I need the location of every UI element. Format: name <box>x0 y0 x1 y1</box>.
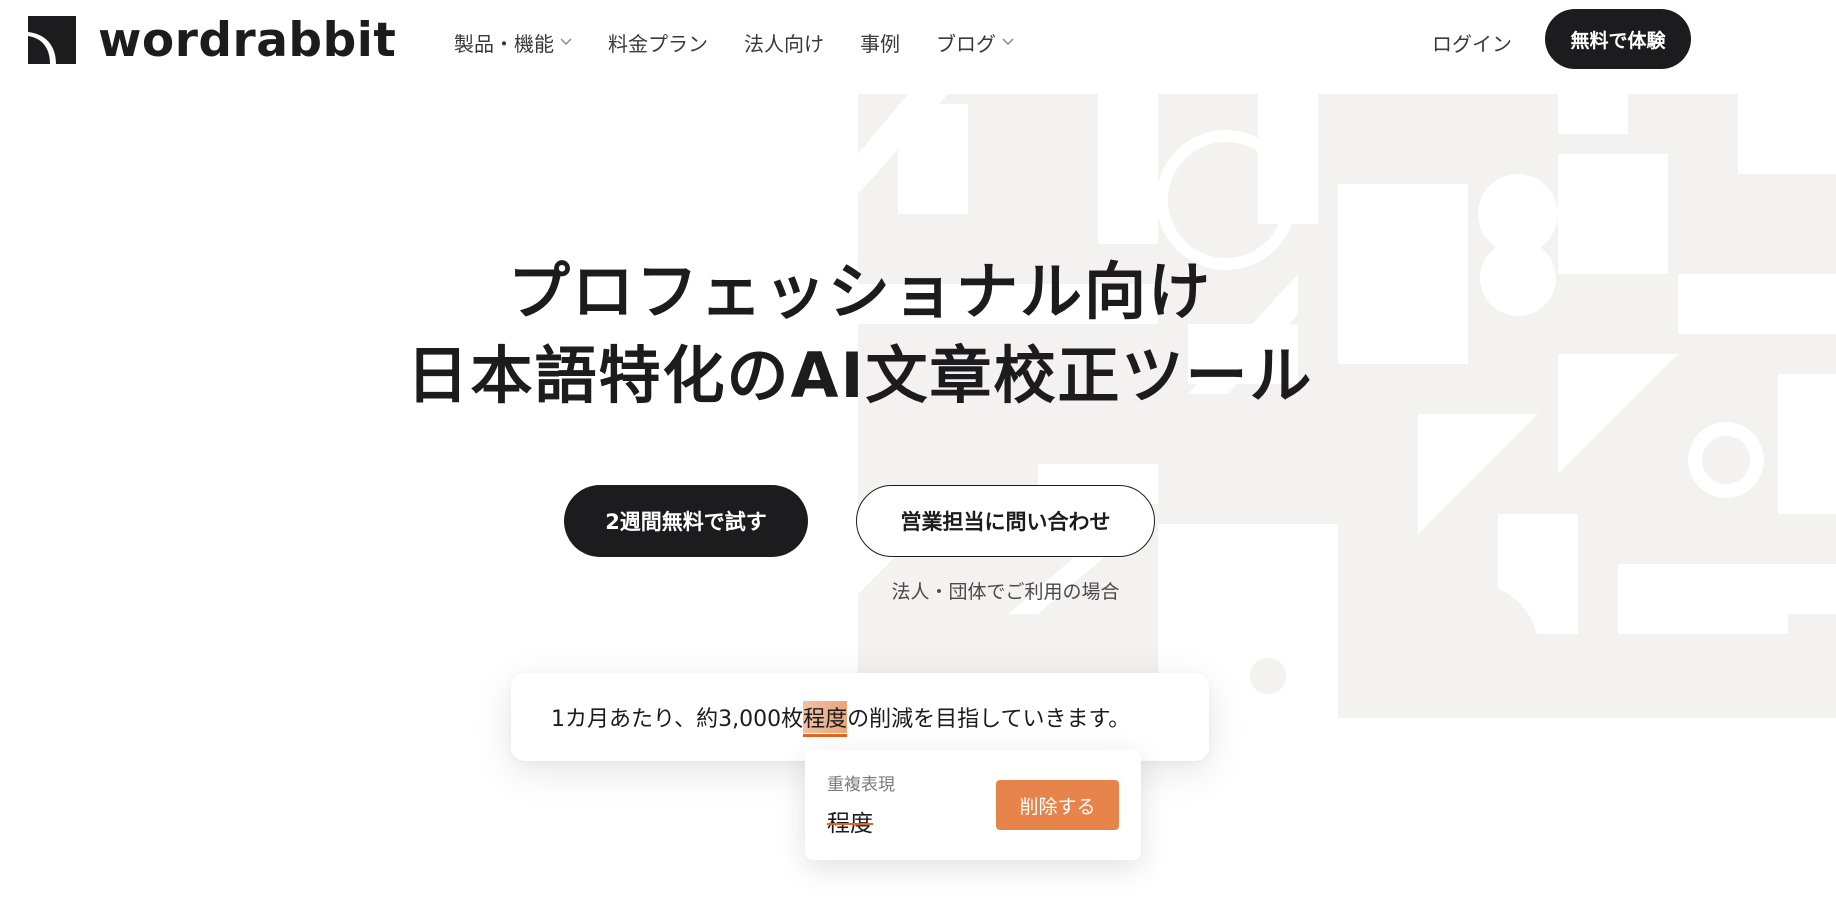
contact-sales-note: 法人・団体でご利用の場合 <box>891 581 1120 603</box>
nav-item-label: 料金プラン <box>608 31 708 56</box>
delete-suggestion-button[interactable]: 削除する <box>996 780 1119 830</box>
nav-item-label: 事例 <box>860 31 900 56</box>
free-trial-header-button[interactable]: 無料で体験 <box>1545 9 1691 69</box>
nav-item-products[interactable]: 製品・機能 <box>454 28 572 57</box>
highlighted-word[interactable]: 程度 <box>803 701 848 737</box>
site-header: wordrabbit 製品・機能 料金プラン 法人向け 事例 ブログ ログイン … <box>0 0 1836 84</box>
free-trial-button[interactable]: 2週間無料で試す <box>564 485 808 557</box>
hero-title-line2: 日本語特化のAI文章校正ツール <box>406 339 1314 412</box>
page: wordrabbit 製品・機能 料金プラン 法人向け 事例 ブログ ログイン … <box>0 0 1836 911</box>
nav-item-cases[interactable]: 事例 <box>860 28 900 57</box>
nav-item-label: ブログ <box>936 31 996 56</box>
demo-sentence: 1カ月あたり、約3,000枚程度の削減を目指していきます。 <box>551 701 1131 737</box>
chevron-down-icon <box>1002 38 1014 46</box>
chevron-down-icon <box>560 38 572 46</box>
nav-item-label: 製品・機能 <box>454 31 554 56</box>
hero-title-line1: プロフェッショナル向け <box>507 255 1212 328</box>
brand-logo[interactable]: wordrabbit <box>28 14 396 66</box>
demo-sentence-card: 1カ月あたり、約3,000枚程度の削減を目指していきます。 <box>511 673 1209 761</box>
nav-item-blog[interactable]: ブログ <box>936 28 1014 57</box>
nav-item-label: 法人向け <box>744 31 824 56</box>
login-link[interactable]: ログイン <box>1432 28 1512 57</box>
demo-sentence-after: の削減を目指していきます。 <box>847 707 1131 732</box>
main-nav: 製品・機能 料金プラン 法人向け 事例 ブログ <box>454 26 1050 58</box>
nav-item-business[interactable]: 法人向け <box>744 28 824 57</box>
brand-name: wordrabbit <box>98 12 397 68</box>
suggestion-word: 程度 <box>827 811 873 837</box>
contact-sales-button[interactable]: 営業担当に問い合わせ <box>856 485 1155 557</box>
suggestion-category: 重複表現 <box>827 775 895 795</box>
suggestion-popover: 重複表現 程度 削除する <box>805 750 1141 860</box>
wordrabbit-logo-icon <box>28 16 76 64</box>
demo-sentence-before: 1カ月あたり、約3,000枚 <box>551 707 804 732</box>
hero-title: プロフェッショナル向け 日本語特化のAI文章校正ツール <box>380 250 1340 418</box>
nav-item-pricing[interactable]: 料金プラン <box>608 28 708 57</box>
